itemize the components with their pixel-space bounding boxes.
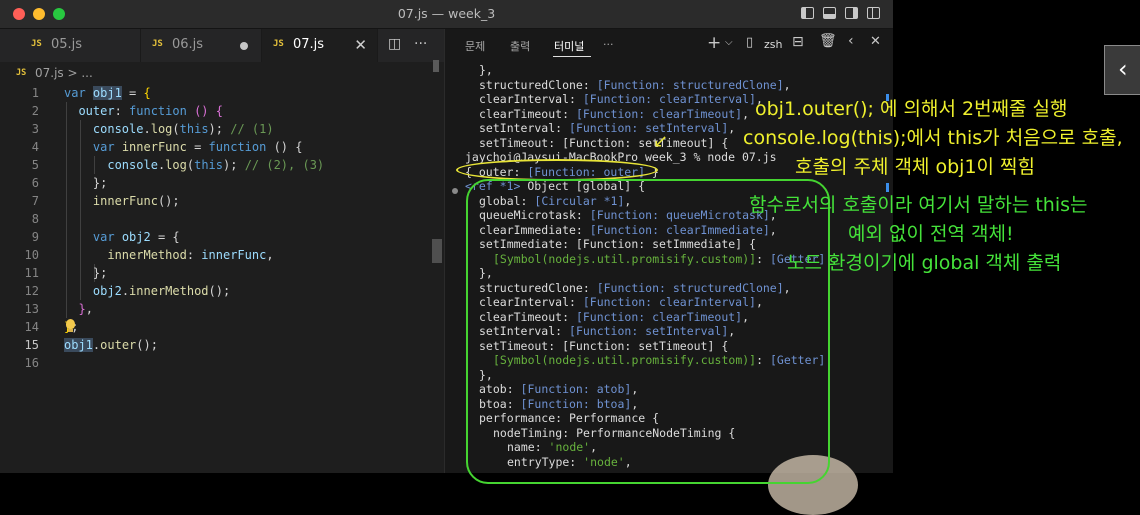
shell-name: zsh bbox=[764, 38, 783, 51]
terminal-marker bbox=[886, 183, 889, 192]
chevron-left-icon: ‹ bbox=[1118, 55, 1128, 83]
terminal-line: clearTimeout: [Function: clearTimeout], bbox=[479, 106, 750, 121]
tab-terminal[interactable]: 터미널 bbox=[554, 38, 584, 54]
editor-group: JS 05.js JS 06.js JS 07.js ✕ ◫ ··· JS 07… bbox=[0, 29, 444, 473]
line-number: 6 bbox=[31, 176, 39, 190]
tab-05-js[interactable]: JS 05.js bbox=[20, 29, 141, 62]
code-editor[interactable]: 1 2 3 4 5 6 7 8 9 10 11 12 13 14 15 16 v… bbox=[0, 84, 444, 473]
tab-label: 05.js bbox=[51, 37, 83, 52]
editor-scrollbar[interactable] bbox=[432, 239, 442, 263]
chevron-down-icon[interactable]: ⌵ bbox=[725, 37, 733, 48]
line-number: 14 bbox=[24, 320, 39, 334]
code-line: }; bbox=[64, 266, 108, 280]
code-line: outer: function () { bbox=[78, 104, 223, 118]
breadcrumb: JS 07.js > ... bbox=[0, 64, 444, 84]
split-editor-icon[interactable]: ◫ bbox=[388, 36, 401, 52]
window-title: 07.js — week_3 bbox=[397, 6, 496, 21]
toggle-sidebar-icon[interactable] bbox=[801, 7, 814, 19]
tab-problems[interactable]: 문제 bbox=[465, 38, 485, 54]
code-line: innerMethod: innerFunc, bbox=[107, 248, 274, 262]
chevron-left-icon[interactable]: ‹ bbox=[848, 33, 854, 49]
more-tabs-icon[interactable]: ··· bbox=[603, 38, 614, 51]
breadcrumb-more: > ... bbox=[63, 66, 93, 80]
sidebar-collapse-button[interactable]: ‹ bbox=[1104, 45, 1140, 95]
terminal-line: setInterval: [Function: setInterval], bbox=[479, 121, 736, 135]
active-tab-indicator bbox=[553, 56, 591, 57]
js-file-icon: JS bbox=[273, 39, 284, 49]
tab-06-js[interactable]: JS 06.js bbox=[141, 29, 262, 62]
line-number: 12 bbox=[24, 284, 39, 298]
highlight-ellipse bbox=[456, 159, 658, 181]
tab-label: 07.js bbox=[293, 37, 325, 52]
code-line: obj2.innerMethod(); bbox=[92, 284, 231, 298]
line-number: 13 bbox=[24, 302, 39, 316]
code-line: }, bbox=[78, 302, 93, 316]
annotation-yellow-1: obj1.outer(); 에 의해서 2번째줄 실행 bbox=[755, 98, 1068, 120]
close-tab-icon[interactable]: ✕ bbox=[354, 36, 367, 54]
code-line: innerFunc(); bbox=[92, 194, 180, 208]
command-status-icon[interactable] bbox=[452, 188, 458, 194]
annotation-yellow-2: console.log(this);에서 this가 처음으로 호출, bbox=[743, 127, 1123, 149]
code-line: console.log(this); // (2), (3) bbox=[107, 158, 325, 172]
trash-icon[interactable]: 🗑 bbox=[819, 33, 837, 49]
line-number: 5 bbox=[31, 158, 39, 172]
minimap-slider[interactable] bbox=[433, 60, 439, 72]
terminal-line: structuredClone: [Function: structuredCl… bbox=[479, 77, 791, 92]
tab-07-js[interactable]: JS 07.js ✕ bbox=[262, 29, 378, 62]
code-line: obj1.outer(); bbox=[64, 338, 158, 352]
annotation-green-1: 함수로서의 호출이라 여기서 말하는 this는 bbox=[749, 194, 1088, 216]
annotation-yellow-3: 호출의 주체 객체 obj1이 찍힘 bbox=[795, 156, 1036, 178]
toggle-secondary-sidebar-icon[interactable] bbox=[845, 7, 858, 19]
lightbulb-icon[interactable] bbox=[66, 319, 75, 332]
code-line: console.log(this); // (1) bbox=[92, 122, 274, 136]
split-terminal-icon[interactable]: ⊟ bbox=[792, 34, 804, 50]
more-actions-icon[interactable]: ··· bbox=[414, 36, 427, 52]
js-file-icon: JS bbox=[16, 68, 27, 78]
terminal-line: setTimeout: [Function: setTimeout] { bbox=[479, 135, 729, 150]
arrow-annotation: ↙ bbox=[653, 131, 669, 152]
line-number: 9 bbox=[31, 230, 39, 244]
customize-layout-icon[interactable] bbox=[867, 7, 880, 19]
tab-output[interactable]: 출력 bbox=[510, 38, 530, 54]
line-number: 11 bbox=[24, 266, 39, 280]
annotation-green-2: 예외 없이 전역 객체! bbox=[848, 223, 1014, 245]
code-line: var obj2 = { bbox=[92, 230, 180, 244]
code-line: }; bbox=[64, 176, 108, 190]
line-number: 4 bbox=[31, 140, 39, 154]
code-line: var innerFunc = function () { bbox=[92, 140, 303, 154]
code-line: var obj1 = { bbox=[64, 86, 151, 100]
terminal-line: }, bbox=[479, 63, 493, 77]
tab-label: 06.js bbox=[172, 37, 204, 52]
editor-tab-bar: JS 05.js JS 06.js JS 07.js ✕ ◫ ··· bbox=[0, 29, 444, 62]
line-number: 8 bbox=[31, 212, 39, 226]
breadcrumb-file[interactable]: 07.js > ... bbox=[35, 66, 93, 80]
unsaved-dot-icon[interactable] bbox=[240, 42, 248, 50]
line-number: 10 bbox=[24, 248, 39, 262]
close-panel-icon[interactable]: ✕ bbox=[870, 34, 881, 49]
terminal-line: clearInterval: [Function: clearInterval]… bbox=[479, 92, 763, 106]
highlight-box bbox=[466, 179, 830, 484]
line-number-current: 15 bbox=[24, 338, 39, 352]
line-number: 1 bbox=[31, 86, 39, 100]
breadcrumb-file-label: 07.js bbox=[35, 66, 64, 80]
panel-header: 문제 출력 터미널 ··· + ⌵ ▯ zsh ⊟ 🗑 ‹ ✕ bbox=[445, 29, 893, 60]
toggle-panel-icon[interactable] bbox=[823, 7, 836, 19]
title-bar: 07.js — week_3 bbox=[0, 0, 893, 29]
annotation-green-3: 노드 환경이기에 global 객체 출력 bbox=[787, 252, 1062, 274]
js-file-icon: JS bbox=[31, 39, 42, 49]
new-terminal-icon[interactable]: + bbox=[707, 33, 721, 53]
js-file-icon: JS bbox=[152, 39, 163, 49]
line-number: 2 bbox=[31, 104, 39, 118]
line-number: 7 bbox=[31, 194, 39, 208]
terminal-icon: ▯ bbox=[746, 35, 754, 50]
line-number: 16 bbox=[24, 356, 39, 370]
line-number: 3 bbox=[31, 122, 39, 136]
